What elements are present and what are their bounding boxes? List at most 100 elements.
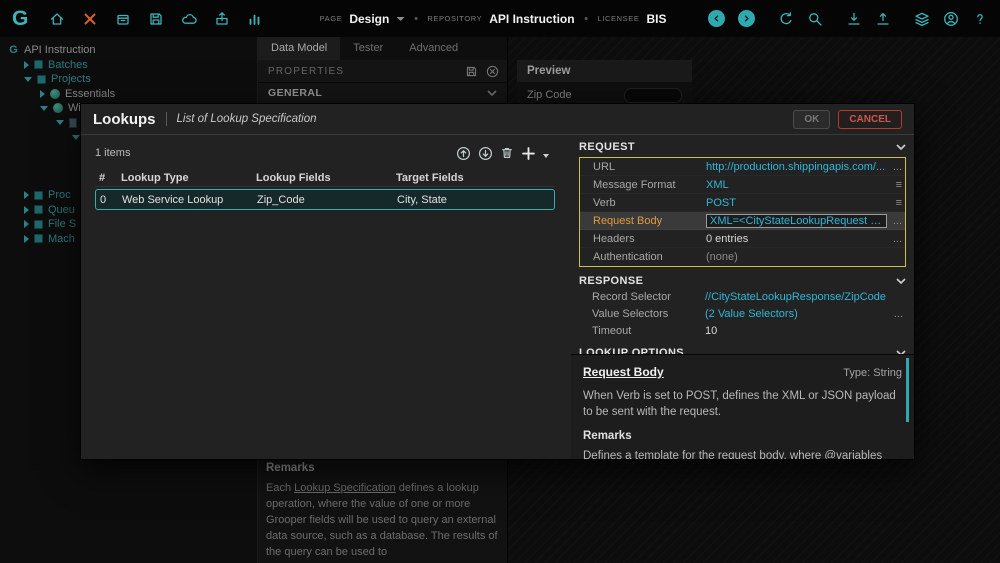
dialog-subtitle: List of Lookup Specification: [176, 113, 317, 125]
help-scrollbar-thumb[interactable]: [906, 358, 909, 422]
help-remarks-body: Defines a template for the request body,…: [583, 450, 883, 460]
title-divider: [165, 112, 167, 126]
ellipsis-button[interactable]: ...: [887, 233, 905, 245]
chevron-down-icon: [896, 144, 906, 150]
dialog-title: Lookups: [93, 110, 156, 128]
cell-lookup-type: Web Service Lookup: [122, 193, 224, 206]
topbar-left-icons: G: [12, 7, 263, 31]
property-value[interactable]: (none): [706, 251, 887, 263]
property-label: URL: [593, 160, 616, 173]
section-title: RESPONSE: [579, 275, 644, 287]
property-label: Value Selectors: [592, 307, 669, 320]
topbar-right-icons: [708, 10, 988, 27]
help-property-type: Type: String: [843, 367, 902, 379]
repository-label: REPOSITORY: [427, 14, 483, 23]
save-icon[interactable]: [148, 11, 164, 27]
move-down-button[interactable]: [478, 146, 493, 161]
search-icon[interactable]: [807, 11, 823, 27]
property-value[interactable]: //CityStateLookupResponse/ZipCode: [705, 291, 888, 303]
table-header-row: # Lookup Type Lookup Fields Target Field…: [95, 169, 555, 187]
licensee-value: BIS: [646, 11, 667, 26]
home-icon[interactable]: [49, 11, 65, 27]
context-breadcrumb: PAGE Design REPOSITORY API Instruction L…: [320, 0, 667, 37]
cell-target-fields: City, State: [397, 193, 447, 206]
col-number: #: [99, 171, 106, 184]
lookup-list: 1 items # Lookup Type Lookup Fields Targ…: [95, 142, 555, 210]
stats-icon[interactable]: [247, 11, 263, 27]
list-toolbar: 1 items: [95, 142, 555, 164]
property-row-verb[interactable]: Verb POST ≡: [580, 194, 905, 212]
grooper-logo: G: [12, 6, 29, 30]
help-icon[interactable]: [972, 11, 988, 27]
property-value[interactable]: XML: [706, 179, 887, 191]
property-row-request-body[interactable]: Request Body XML=<CityStateLookupRequest…: [580, 212, 905, 230]
separator-dot: [414, 17, 418, 20]
back-button[interactable]: [708, 10, 725, 27]
lookups-dialog: Lookups List of Lookup Specification OK …: [80, 103, 915, 460]
cell-lookup-fields: Zip_Code: [257, 193, 305, 206]
property-row-headers[interactable]: Headers 0 entries ...: [580, 230, 905, 248]
property-value[interactable]: 10: [705, 325, 888, 337]
help-description: When Verb is set to POST, defines the XM…: [583, 390, 896, 419]
cell-number: 0: [100, 193, 107, 206]
download-icon[interactable]: [846, 11, 862, 27]
property-row-authentication[interactable]: Authentication (none): [580, 248, 905, 266]
menu-button[interactable]: ≡: [887, 197, 905, 209]
property-value[interactable]: (2 Value Selectors): [705, 308, 888, 320]
chevron-down-icon[interactable]: [396, 16, 405, 21]
help-remarks-title: Remarks: [583, 430, 632, 443]
licensee-label: LICENSEE: [597, 14, 640, 23]
property-row-timeout[interactable]: Timeout 10: [579, 322, 906, 339]
separator-dot: [584, 17, 588, 20]
property-label: Verb: [593, 196, 616, 209]
property-row-record-selector[interactable]: Record Selector //CityStateLookupRespons…: [579, 288, 906, 305]
batch-icon[interactable]: [115, 11, 131, 27]
property-value[interactable]: http://production.shippingapis.com/...: [706, 161, 887, 173]
items-count: 1 items: [95, 147, 131, 159]
tools-icon[interactable]: [82, 11, 98, 27]
property-label: Message Format: [593, 178, 676, 191]
repository-value[interactable]: API Instruction: [489, 12, 574, 26]
col-lookup-type: Lookup Type: [121, 171, 189, 184]
property-label: Request Body: [593, 214, 663, 227]
property-value[interactable]: 0 entries: [706, 233, 887, 245]
ok-button[interactable]: OK: [793, 109, 831, 129]
lookup-table: # Lookup Type Lookup Fields Target Field…: [95, 169, 555, 210]
dialog-header: Lookups List of Lookup Specification OK …: [81, 104, 914, 135]
response-section-header[interactable]: RESPONSE: [579, 274, 906, 288]
property-value[interactable]: XML=<CityStateLookupRequest USER...: [706, 213, 887, 228]
property-row-url[interactable]: URL http://production.shippingapis.com/.…: [580, 158, 905, 176]
property-label: Authentication: [593, 251, 663, 263]
property-row-message-format[interactable]: Message Format XML ≡: [580, 176, 905, 194]
property-help-panel: Request Body Type: String When Verb is s…: [571, 354, 914, 459]
page-label: PAGE: [319, 14, 343, 23]
page-value[interactable]: Design: [349, 12, 389, 26]
top-bar: G PAGE Design REPOSITORY API Instruction…: [0, 0, 1000, 37]
ellipsis-button[interactable]: ...: [888, 308, 906, 320]
col-target-fields: Target Fields: [396, 171, 464, 184]
delete-button[interactable]: [500, 146, 514, 160]
menu-button[interactable]: ≡: [887, 179, 905, 191]
user-icon[interactable]: [943, 11, 959, 27]
cancel-button[interactable]: CANCEL: [838, 109, 902, 129]
chevron-down-icon: [896, 278, 906, 284]
add-menu-caret-icon[interactable]: [543, 154, 549, 158]
move-up-button[interactable]: [456, 146, 471, 161]
upload-icon[interactable]: [875, 11, 891, 27]
request-section-header[interactable]: REQUEST: [579, 140, 906, 154]
property-value[interactable]: POST: [706, 197, 887, 209]
refresh-icon[interactable]: [778, 11, 794, 27]
export-icon[interactable]: [214, 11, 230, 27]
layers-icon[interactable]: [914, 11, 930, 27]
add-button[interactable]: [521, 146, 536, 161]
ellipsis-button[interactable]: ...: [887, 215, 905, 227]
app-window: G PAGE Design REPOSITORY API Instruction…: [0, 0, 1000, 563]
property-label: Record Selector: [592, 290, 671, 303]
property-label: Timeout: [592, 324, 632, 337]
table-row[interactable]: 0 Web Service Lookup Zip_Code City, Stat…: [95, 189, 555, 210]
cloud-icon[interactable]: [181, 11, 198, 27]
col-lookup-fields: Lookup Fields: [256, 171, 331, 184]
property-row-value-selectors[interactable]: Value Selectors (2 Value Selectors) ...: [579, 305, 906, 322]
forward-button[interactable]: [738, 10, 755, 27]
ellipsis-button[interactable]: ...: [887, 161, 905, 173]
